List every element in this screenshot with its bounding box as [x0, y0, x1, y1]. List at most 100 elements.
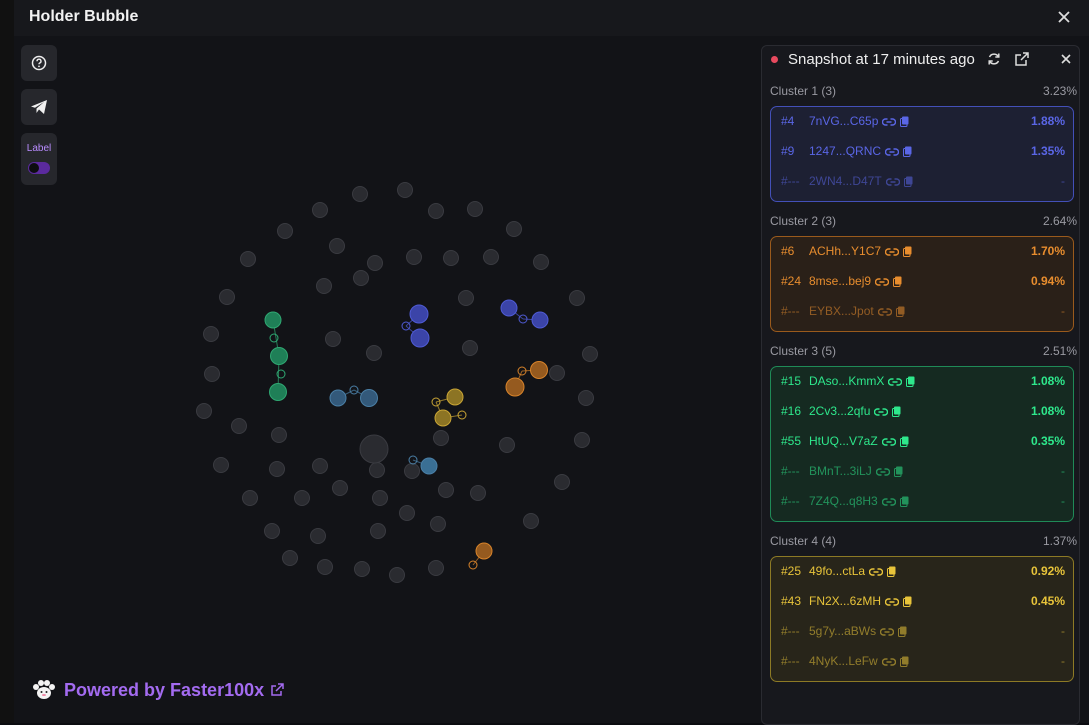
holder-bubble[interactable]	[354, 561, 370, 577]
holder-bubble[interactable]	[578, 390, 594, 406]
holder-bubble[interactable]	[506, 221, 522, 237]
cluster2-bubble[interactable]	[530, 361, 548, 379]
cluster4-bubble[interactable]	[446, 388, 464, 406]
holder-bubble[interactable]	[366, 345, 382, 361]
holder-bubble[interactable]	[549, 365, 565, 381]
holder-address[interactable]: ACHh...Y1C7	[809, 241, 912, 261]
holder-bubble[interactable]	[317, 559, 333, 575]
open-external-icon[interactable]	[1014, 51, 1030, 67]
holder-bubble[interactable]	[332, 480, 348, 496]
copy-icon[interactable]	[903, 146, 912, 158]
bubble-hub[interactable]	[269, 333, 279, 343]
close-panel-icon[interactable]	[1058, 51, 1074, 67]
holder-bubble[interactable]	[458, 290, 474, 306]
holder-row[interactable]: #55 HtUQ...V7aZ 0.35%	[781, 431, 1065, 451]
holder-bubble[interactable]	[219, 289, 235, 305]
cluster1-bubble[interactable]	[531, 311, 549, 329]
cluster3-bubble[interactable]	[264, 311, 282, 329]
holder-address[interactable]: HtUQ...V7aZ	[809, 431, 909, 451]
holder-row[interactable]: #--- 7Z4Q...q8H3 -	[781, 491, 1065, 511]
copy-icon[interactable]	[903, 596, 912, 608]
holder-row[interactable]: #25 49fo...ctLa 0.92%	[781, 561, 1065, 581]
holder-bubble[interactable]	[523, 513, 539, 529]
holder-address[interactable]: EYBX...Jpot	[809, 301, 905, 321]
cluster2-bubble[interactable]	[475, 542, 493, 560]
cluster1-bubble[interactable]	[409, 304, 429, 324]
holder-bubble[interactable]	[369, 462, 385, 478]
holder-address[interactable]: FN2X...6zMH	[809, 591, 912, 611]
copy-icon[interactable]	[903, 176, 913, 188]
cluster1-bubble[interactable]	[410, 328, 430, 348]
holder-bubble[interactable]	[483, 249, 499, 265]
holder-row[interactable]: #6 ACHh...Y1C7 1.70%	[781, 241, 1065, 261]
cluster4-bubble[interactable]	[434, 409, 452, 427]
holder-address[interactable]: 2Cv3...2qfu	[809, 401, 901, 421]
holder-address[interactable]: BMnT...3iLJ	[809, 461, 903, 481]
holder-row[interactable]: #4 7nVG...C65p 1.88%	[781, 111, 1065, 131]
holder-bubble[interactable]	[443, 250, 459, 266]
link-icon[interactable]	[869, 567, 884, 577]
link-icon[interactable]	[885, 597, 900, 607]
copy-icon[interactable]	[899, 436, 909, 448]
holder-row[interactable]: #--- 5g7y...aBWs -	[781, 621, 1065, 641]
cluster-bubble[interactable]	[420, 457, 438, 475]
holder-bubble[interactable]	[433, 430, 449, 446]
holder-bubble[interactable]	[353, 270, 369, 286]
copy-icon[interactable]	[899, 496, 909, 508]
holder-bubble[interactable]	[240, 251, 256, 267]
holder-row[interactable]: #16 2Cv3...2qfu 1.08%	[781, 401, 1065, 421]
holder-address[interactable]: 8mse...bej9	[809, 271, 902, 291]
holder-bubble[interactable]	[404, 463, 420, 479]
holder-bubble[interactable]	[428, 560, 444, 576]
holder-bubble[interactable]	[406, 249, 422, 265]
holder-bubble[interactable]	[462, 340, 478, 356]
holder-bubble[interactable]	[554, 474, 570, 490]
holder-bubble[interactable]	[569, 290, 585, 306]
holder-bubble[interactable]	[372, 490, 388, 506]
holder-bubble[interactable]	[397, 182, 413, 198]
holder-address[interactable]: DAso...KmmX	[809, 371, 915, 391]
holder-address[interactable]: 7Z4Q...q8H3	[809, 491, 909, 511]
copy-icon[interactable]	[892, 406, 901, 418]
holder-bubble[interactable]	[329, 238, 345, 254]
copy-icon[interactable]	[900, 116, 909, 128]
holder-row[interactable]: #24 8mse...bej9 0.94%	[781, 271, 1065, 291]
holder-bubble[interactable]	[196, 403, 212, 419]
holder-address[interactable]: 7nVG...C65p	[809, 111, 909, 131]
holder-address[interactable]: 5g7y...aBWs	[809, 621, 907, 641]
copy-icon[interactable]	[893, 276, 902, 288]
holder-row[interactable]: #9 1247...QRNC 1.35%	[781, 141, 1065, 161]
holder-address[interactable]: 4NyK...LeFw	[809, 651, 909, 671]
link-icon[interactable]	[885, 147, 900, 157]
holder-bubble[interactable]	[370, 523, 386, 539]
copy-icon[interactable]	[895, 306, 905, 318]
refresh-icon[interactable]	[986, 51, 1002, 67]
link-icon[interactable]	[881, 497, 896, 507]
link-icon[interactable]	[888, 377, 903, 387]
link-icon[interactable]	[875, 467, 890, 477]
cluster2-bubble[interactable]	[505, 377, 525, 397]
cluster3-bubble[interactable]	[269, 383, 287, 401]
holder-bubble[interactable]	[352, 186, 368, 202]
copy-icon[interactable]	[893, 466, 903, 478]
cluster-bubble[interactable]	[360, 389, 378, 407]
holder-address[interactable]: 1247...QRNC	[809, 141, 912, 161]
copy-icon[interactable]	[899, 656, 909, 668]
holder-row[interactable]: #--- 4NyK...LeFw -	[781, 651, 1065, 671]
cluster-bubble[interactable]	[329, 389, 347, 407]
link-icon[interactable]	[874, 407, 889, 417]
holder-row[interactable]: #15 DAso...KmmX 1.08%	[781, 371, 1065, 391]
holder-bubble[interactable]	[264, 523, 280, 539]
holder-bubble[interactable]	[399, 505, 415, 521]
holder-bubble[interactable]	[389, 567, 405, 583]
link-icon[interactable]	[875, 277, 890, 287]
holder-bubble-large[interactable]	[359, 434, 389, 464]
holder-bubble[interactable]	[213, 457, 229, 473]
cluster1-bubble[interactable]	[500, 299, 518, 317]
holder-bubble[interactable]	[282, 550, 298, 566]
bubble-graph[interactable]	[14, 36, 754, 676]
copy-icon[interactable]	[898, 626, 907, 638]
holder-row[interactable]: #--- BMnT...3iLJ -	[781, 461, 1065, 481]
link-icon[interactable]	[881, 437, 896, 447]
holder-bubble[interactable]	[203, 326, 219, 342]
